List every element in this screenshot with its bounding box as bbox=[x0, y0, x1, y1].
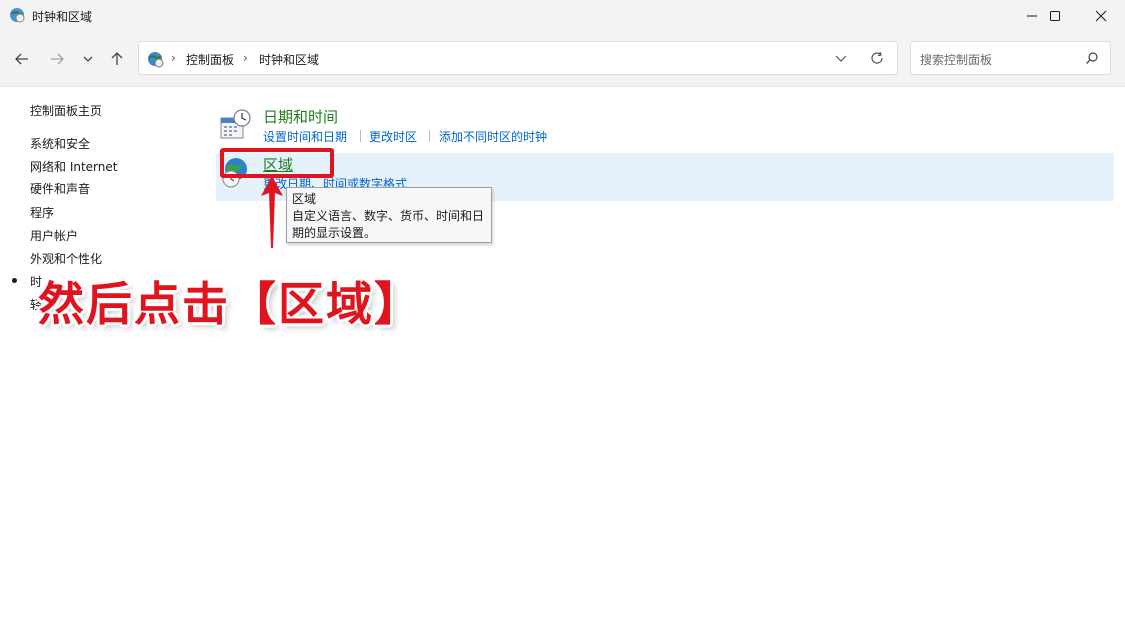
sidebar-item-system-security[interactable]: 系统和安全 bbox=[30, 135, 90, 152]
sidebar-home-link[interactable]: 控制面板主页 bbox=[30, 102, 102, 119]
back-arrow-icon bbox=[15, 53, 28, 65]
recent-locations-button[interactable] bbox=[75, 46, 101, 72]
tooltip-description-line2: 期的显示设置。 bbox=[292, 226, 377, 240]
annotation-instruction-text: 然后点击【区域】 bbox=[38, 277, 422, 331]
address-bar[interactable]: › 控制面板 › 时钟和区域 bbox=[138, 41, 898, 75]
sidebar-item-hardware-sound[interactable]: 硬件和声音 bbox=[30, 180, 90, 197]
recent-dropdown-icon bbox=[83, 56, 93, 62]
navigation-bar: › 控制面板 › 时钟和区域 搜索控制面板 bbox=[0, 32, 1125, 87]
sidebar-current-indicator bbox=[12, 278, 17, 283]
title-bar: 时钟和区域 bbox=[0, 0, 1125, 32]
annotation-arrow-icon bbox=[261, 176, 283, 248]
control-panel-icon bbox=[148, 52, 164, 68]
search-placeholder: 搜索控制面板 bbox=[920, 53, 993, 67]
refresh-icon[interactable] bbox=[869, 50, 885, 66]
close-button[interactable] bbox=[1078, 0, 1124, 32]
forward-arrow-icon bbox=[51, 53, 64, 65]
breadcrumb-control-panel[interactable]: 控制面板 bbox=[186, 51, 234, 68]
tooltip-title: 区域 bbox=[292, 192, 317, 206]
breadcrumb-clock-region[interactable]: 时钟和区域 bbox=[259, 51, 319, 68]
search-input[interactable]: 搜索控制面板 bbox=[910, 41, 1111, 75]
set-time-date-link[interactable]: 设置时间和日期 bbox=[263, 128, 347, 145]
sidebar-item-appearance[interactable]: 外观和个性化 bbox=[30, 250, 102, 267]
sidebar-item-network-internet[interactable]: 网络和 Internet bbox=[30, 158, 117, 175]
back-button[interactable] bbox=[9, 46, 35, 72]
link-divider bbox=[429, 130, 430, 142]
forward-button[interactable] bbox=[44, 46, 70, 72]
add-clocks-link[interactable]: 添加不同时区的时钟 bbox=[439, 128, 547, 145]
up-arrow-icon bbox=[111, 52, 123, 65]
breadcrumb-separator: › bbox=[171, 51, 176, 65]
sidebar-item-programs[interactable]: 程序 bbox=[30, 204, 54, 221]
control-panel-app-icon bbox=[10, 8, 25, 23]
tooltip-description-line1: 自定义语言、数字、货币、时间和日 bbox=[292, 209, 485, 223]
breadcrumb-separator: › bbox=[243, 51, 248, 65]
address-dropdown-icon[interactable] bbox=[833, 50, 849, 66]
annotation-highlight-box bbox=[220, 148, 334, 178]
window-title: 时钟和区域 bbox=[32, 10, 93, 24]
link-divider bbox=[360, 130, 361, 142]
change-timezone-link[interactable]: 更改时区 bbox=[369, 128, 417, 145]
up-button[interactable] bbox=[104, 46, 130, 72]
search-icon[interactable] bbox=[1085, 51, 1099, 65]
maximize-button[interactable] bbox=[1032, 0, 1078, 32]
maximize-icon bbox=[1050, 11, 1060, 21]
date-time-title[interactable]: 日期和时间 bbox=[263, 106, 338, 127]
region-tooltip: 区域 自定义语言、数字、货币、时间和日 期的显示设置。 bbox=[286, 187, 492, 243]
calendar-clock-icon[interactable] bbox=[219, 108, 253, 142]
sidebar-item-user-accounts[interactable]: 用户帐户 bbox=[30, 227, 78, 244]
close-icon bbox=[1095, 10, 1107, 22]
